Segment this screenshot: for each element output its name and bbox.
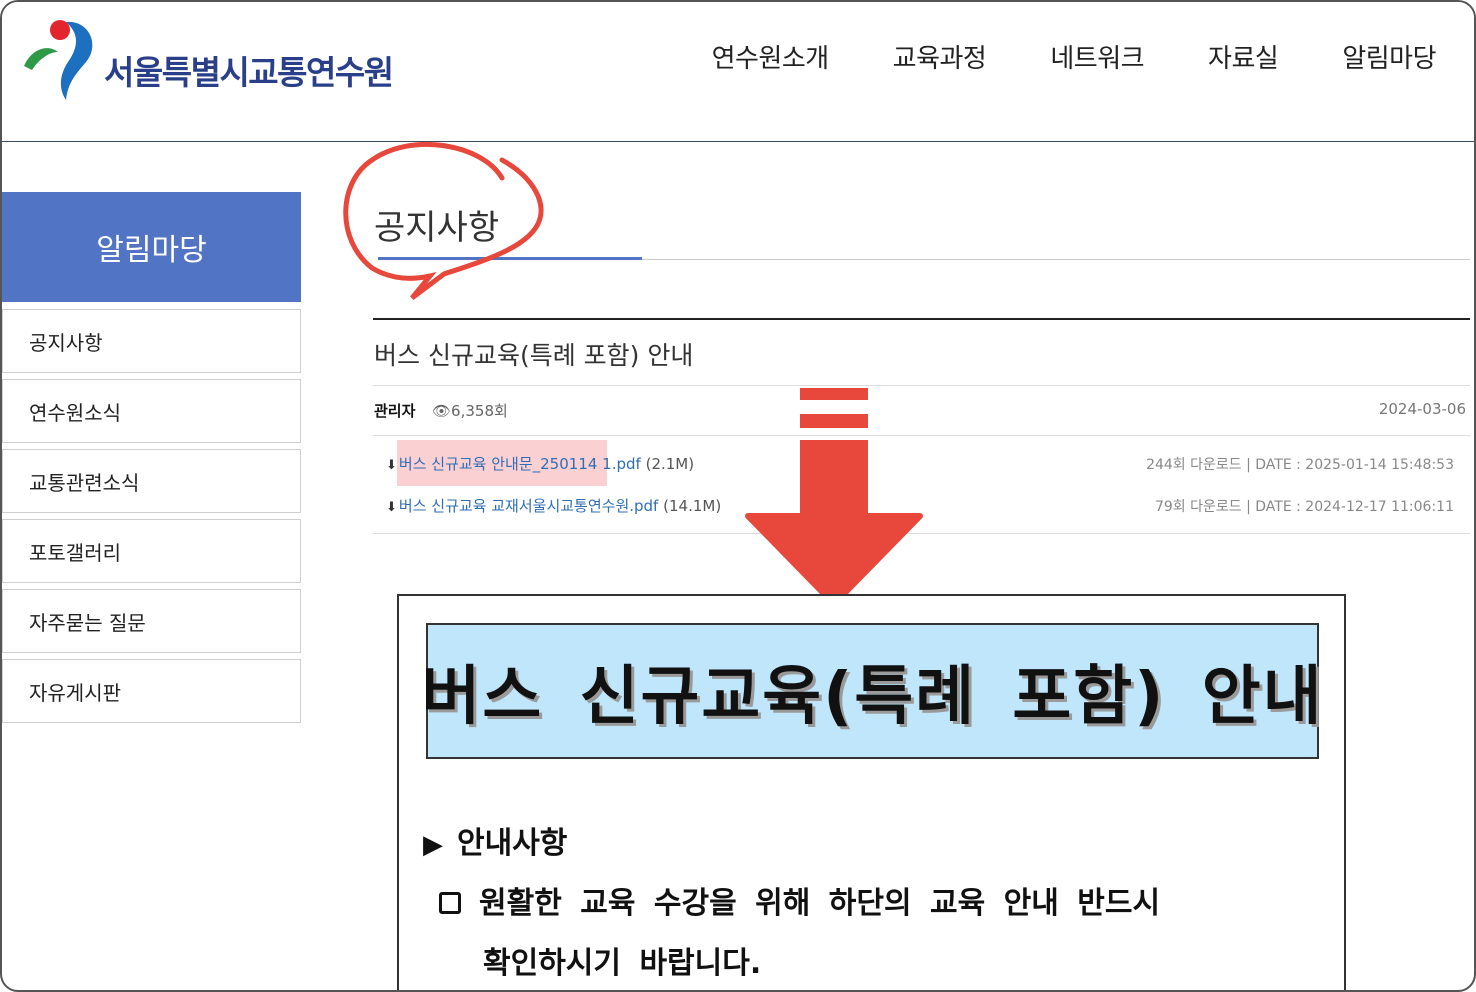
document-line-text: 원활한 교육 수강을 위해 하단의 교육 안내 반드시 [479, 886, 1161, 921]
attachment-size: (2.1M) [645, 455, 695, 473]
triangle-bullet-icon: ▶ [423, 830, 443, 860]
nav-item-network[interactable]: 네트워크 [1050, 38, 1144, 75]
divider [373, 385, 1470, 386]
nav-item-resources[interactable]: 자료실 [1208, 38, 1279, 75]
nav-item-courses[interactable]: 교육과정 [893, 38, 987, 75]
nav-item-notices[interactable]: 알림마당 [1342, 38, 1436, 75]
attachment-name[interactable]: 버스 신규교육 교재서울시교통연수원.pdf [399, 497, 658, 515]
post-author: 관리자 [374, 402, 416, 420]
logo-text: 서울특별시교통연수원 [104, 53, 394, 92]
post-views-count: 6,358회 [451, 402, 508, 420]
post-title: 버스 신규교육(특례 포함) 안내 [374, 341, 694, 370]
document-line: 확인하시기 바랍니다. [483, 946, 762, 981]
post-date: 2024-03-06 [1378, 400, 1466, 418]
attachment-size: (14.1M) [663, 497, 722, 515]
screenshot-frame: 서울특별시교통연수원 연수원소개 교육과정 네트워크 자료실 알림마당 알림마당… [0, 0, 1476, 992]
arrow-down-icon [745, 388, 923, 607]
download-icon: ⬇ [386, 458, 397, 473]
attachment-link[interactable]: ⬇ 버스 신규교육 안내문_250114 1.pdf (2.1M) [386, 453, 694, 474]
document-preview: 버스 신규교육(특례 포함) 안내 ▶ 안내사항 원활한 교육 수강을 위해 하단… [397, 594, 1346, 990]
checkbox-bullet-icon [439, 892, 461, 914]
download-icon: ⬇ [386, 500, 397, 515]
attachment-meta: 244회 다운로드 | DATE : 2025-01-14 15:48:53 [1146, 457, 1454, 473]
document-heading: ▶ 안내사항 [423, 818, 567, 862]
site-header: 서울특별시교통연수원 연수원소개 교육과정 네트워크 자료실 알림마당 [2, 2, 1474, 142]
nav-item-about[interactable]: 연수원소개 [712, 38, 830, 75]
title-divider [642, 259, 1470, 260]
attachment-meta: 79회 다운로드 | DATE : 2024-12-17 11:06:11 [1154, 499, 1454, 515]
sidebar-menu: 공지사항 연수원소식 교통관련소식 포토갤러리 자주묻는 질문 자유게시판 [2, 309, 301, 729]
sidebar-item-photo-gallery[interactable]: 포토갤러리 [2, 519, 301, 583]
document-banner: 버스 신규교육(특례 포함) 안내 [422, 623, 1321, 759]
attachment-link[interactable]: ⬇ 버스 신규교육 교재서울시교통연수원.pdf (14.1M) [386, 495, 721, 516]
document-heading-text: 안내사항 [457, 826, 568, 861]
sidebar-item-institute-news[interactable]: 연수원소식 [2, 379, 301, 443]
sidebar-item-faq[interactable]: 자주묻는 질문 [2, 589, 301, 653]
sidebar-item-free-board[interactable]: 자유게시판 [2, 659, 301, 723]
red-circle-annotation [343, 141, 544, 300]
attachment-name[interactable]: 버스 신규교육 안내문_250114 1.pdf [399, 455, 641, 473]
board-top-border [373, 318, 1470, 320]
sidebar-item-notice[interactable]: 공지사항 [2, 309, 301, 373]
post-views: 👁6,358회 [432, 400, 508, 421]
sidebar-title: 알림마당 [2, 192, 301, 302]
eye-icon: 👁 [432, 402, 452, 420]
seoul-logo-icon [24, 20, 93, 100]
site-logo[interactable]: 서울특별시교통연수원 [20, 16, 394, 102]
document-line: 원활한 교육 수강을 위해 하단의 교육 안내 반드시 [439, 878, 1160, 922]
sidebar-item-traffic-news[interactable]: 교통관련소식 [2, 449, 301, 513]
main-nav: 연수원소개 교육과정 네트워크 자료실 알림마당 [648, 38, 1437, 75]
